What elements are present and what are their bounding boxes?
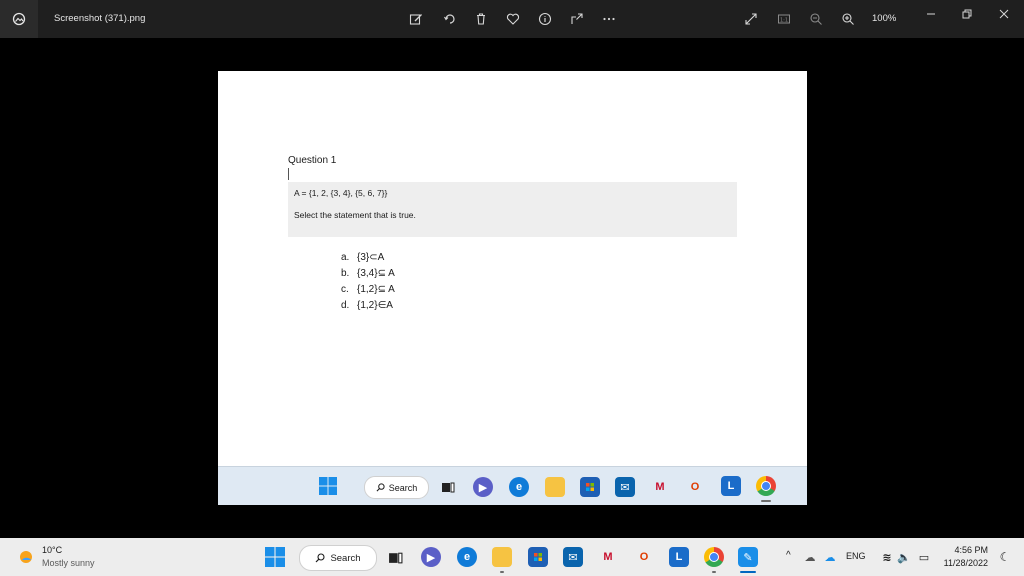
info-icon[interactable] (535, 9, 555, 29)
weather-temperature[interactable]: 10°C (42, 545, 62, 555)
svg-text:1:1: 1:1 (780, 17, 788, 23)
option-letter: d. (341, 300, 350, 311)
title-bar: Screenshot (371).png 1:1 100% (0, 0, 1024, 38)
weather-sunny-icon[interactable] (18, 548, 36, 566)
windows-logo-icon (265, 547, 285, 567)
office-icon: O (690, 481, 700, 493)
file-explorer-icon (545, 477, 565, 497)
clock-time[interactable]: 4:56 PM (948, 545, 988, 555)
mcafee-icon: M (603, 551, 613, 563)
file-explorer-button[interactable] (492, 547, 512, 567)
delete-icon[interactable] (471, 9, 491, 29)
photos-icon: ✎ (743, 551, 753, 564)
search-label: Search (330, 552, 361, 564)
chrome-icon (709, 552, 719, 562)
lockdown-browser-icon: L (721, 476, 741, 496)
notification-icon[interactable]: ☾ (995, 547, 1015, 567)
question-prompt: Select the statement that is true. (294, 210, 416, 220)
actual-size-icon[interactable]: 1:1 (774, 9, 794, 29)
option-a: a. {3}⊂A (341, 252, 384, 263)
running-indicator (712, 571, 716, 573)
option-b: b. {3,4}⊆ A (341, 268, 395, 279)
text-cursor (288, 168, 289, 180)
lockdown-browser-button[interactable]: L (669, 547, 689, 567)
search-icon (316, 553, 325, 563)
mcafee-icon: M (655, 481, 665, 493)
set-definition: A = {1, 2, {3, 4}, {5, 6, 7}} (294, 188, 388, 198)
edge-icon: e (463, 551, 471, 563)
taskbar-search[interactable]: Search (299, 545, 377, 571)
onedrive-icon[interactable]: ☁ (820, 547, 840, 567)
more-icon[interactable] (599, 9, 619, 29)
file-name: Screenshot (371).png (54, 13, 146, 24)
tray-overflow-chevron-icon[interactable]: ^ (786, 550, 791, 561)
option-letter: b. (341, 268, 350, 279)
active-app-indicator (740, 571, 756, 573)
office-button[interactable]: O (634, 547, 654, 567)
edit-image-icon[interactable] (406, 9, 426, 29)
captured-taskbar: Search ▶ e ✉ M O L (218, 466, 807, 505)
question-title: Question 1 (288, 155, 337, 166)
start-button[interactable] (265, 547, 285, 567)
captured-search-box: Search (364, 476, 429, 499)
favorite-icon[interactable] (503, 9, 523, 29)
fullscreen-icon[interactable] (741, 9, 761, 29)
clock-date[interactable]: 11/28/2022 (938, 558, 988, 568)
chrome-button[interactable] (704, 547, 724, 567)
photos-app-icon (0, 0, 38, 38)
chrome-icon (756, 476, 776, 496)
option-letter: c. (341, 284, 349, 295)
option-text: {3,4}⊆ A (357, 268, 395, 279)
close-icon (999, 9, 1009, 19)
taskbar: 10°C Mostly sunny Search ▶ e ✉ M O L ✎ ^… (0, 538, 1024, 576)
edge-button[interactable]: e (457, 547, 477, 567)
volume-icon[interactable]: 🔈 (894, 547, 914, 567)
running-indicator (500, 571, 504, 573)
store-icon (580, 477, 600, 497)
windows-start-icon (318, 476, 338, 496)
question-box: A = {1, 2, {3, 4}, {5, 6, 7}} Select the… (288, 182, 737, 237)
restore-button[interactable] (952, 4, 982, 24)
mail-button[interactable]: ✉ (563, 547, 583, 567)
teams-chat-icon: ▶ (426, 551, 436, 564)
rotate-icon[interactable] (440, 9, 460, 29)
task-view-icon (388, 552, 402, 563)
tray-app-icon[interactable]: ☁ (800, 547, 820, 567)
lockdown-browser-icon: L (675, 551, 683, 563)
option-d: d. {1,2}∈A (341, 300, 393, 311)
close-button[interactable] (989, 4, 1019, 24)
task-view-icon (438, 477, 458, 497)
zoom-level: 100% (872, 13, 897, 24)
weather-description[interactable]: Mostly sunny (42, 558, 95, 568)
zoom-in-icon[interactable] (838, 9, 858, 29)
teams-chat-button[interactable]: ▶ (421, 547, 441, 567)
share-icon[interactable] (567, 9, 587, 29)
language-indicator[interactable]: ENG (846, 551, 866, 561)
office-icon: O (639, 551, 649, 563)
minimize-button[interactable] (916, 4, 946, 24)
teams-chat-icon: ▶ (473, 477, 493, 497)
search-icon (376, 483, 385, 492)
option-c: c. {1,2}⊆ A (341, 284, 395, 295)
photos-button[interactable]: ✎ (738, 547, 758, 567)
photos-logo-icon (12, 12, 26, 26)
store-icon (534, 553, 542, 561)
option-text: {1,2}⊆ A (357, 284, 395, 295)
restore-icon (962, 9, 972, 19)
mail-icon: ✉ (615, 477, 635, 497)
zoom-out-icon[interactable] (806, 9, 826, 29)
mail-icon: ✉ (568, 551, 578, 564)
minimize-icon (927, 13, 935, 15)
store-button[interactable] (528, 547, 548, 567)
option-text: {3}⊂A (357, 252, 385, 263)
active-indicator (761, 500, 771, 502)
edge-icon: e (509, 477, 529, 497)
option-letter: a. (341, 252, 350, 263)
task-view-button[interactable] (385, 547, 405, 567)
captured-search-label: Search (388, 482, 418, 493)
displayed-image: Question 1 A = {1, 2, {3, 4}, {5, 6, 7}}… (218, 71, 807, 505)
battery-icon[interactable]: ▭ (914, 547, 934, 567)
option-text: {1,2}∈A (357, 300, 393, 311)
mcafee-button[interactable]: M (598, 547, 618, 567)
